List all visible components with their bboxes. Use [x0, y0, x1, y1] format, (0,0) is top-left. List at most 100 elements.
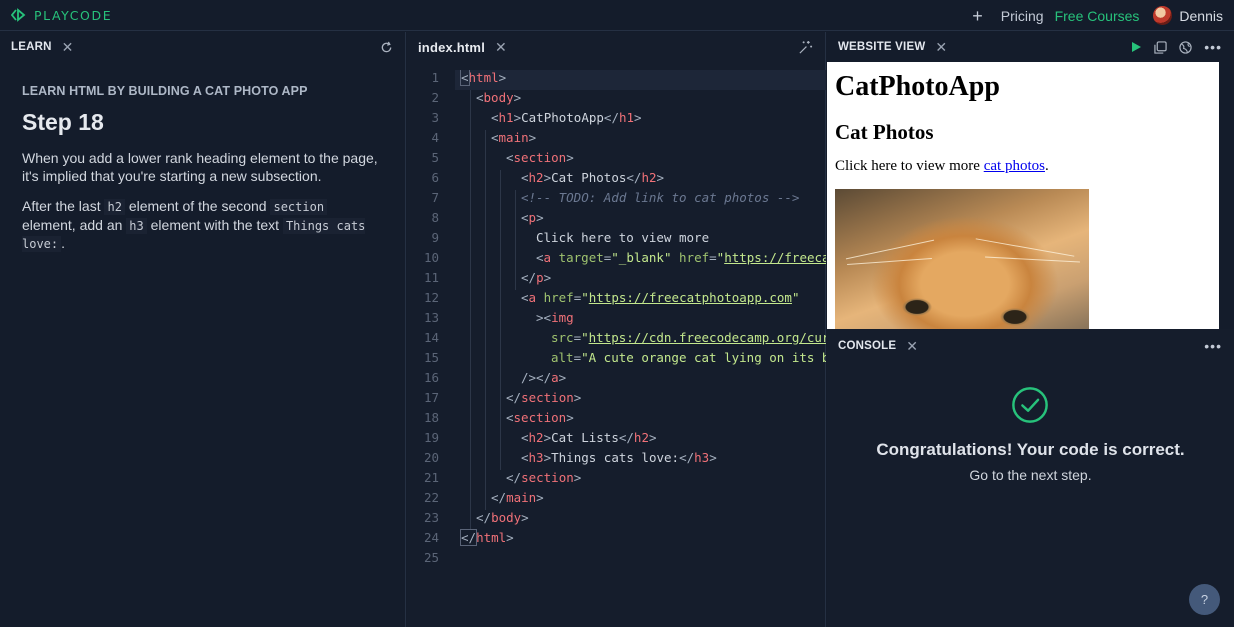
tag-name: section	[513, 410, 567, 425]
operator: =	[573, 330, 582, 345]
step-title: Step 18	[22, 109, 104, 135]
bracket: <	[521, 210, 529, 225]
bracket: >	[521, 510, 529, 525]
bracket: >	[543, 170, 552, 185]
website-preview[interactable]: CatPhotoApp Cat Photos Click here to vie…	[827, 62, 1219, 329]
open-window-icon[interactable]	[1154, 40, 1167, 54]
tag-name: section	[521, 470, 574, 485]
instruction-text: element of the second	[124, 198, 271, 214]
brand-logo[interactable]: PLAYCODE	[11, 8, 112, 23]
indent-guide	[485, 130, 486, 510]
preview-text: .	[1044, 158, 1049, 174]
close-icon[interactable]: ✕	[935, 40, 947, 54]
code-line: <h3>Things cats love:</h3>	[521, 450, 717, 465]
code-text-line: Click here to view more	[536, 230, 710, 245]
line-number: 16	[423, 370, 439, 385]
attribute-name: href	[671, 250, 710, 265]
learn-tab[interactable]: LEARN ✕	[0, 32, 405, 62]
bracket: <	[521, 170, 529, 185]
tag-name: html	[468, 70, 499, 85]
more-options-icon[interactable]: •••	[1204, 339, 1222, 353]
line-number: 19	[423, 430, 439, 445]
cat-photo-image[interactable]	[835, 189, 1089, 329]
line-number: 3	[431, 110, 439, 125]
bracket: <	[506, 150, 514, 165]
instruction-text: .	[61, 235, 66, 251]
preview-text: Click here to view more	[835, 158, 984, 174]
bracket: >	[498, 70, 507, 85]
code-line: </html>	[459, 529, 514, 546]
user-name[interactable]: Dennis	[1179, 8, 1223, 24]
close-icon[interactable]: ✕	[906, 339, 918, 353]
tag-name: h2	[528, 430, 544, 445]
operator: =	[573, 350, 582, 365]
more-options-icon[interactable]: •••	[1204, 40, 1222, 54]
instruction-text: After the last	[22, 198, 105, 214]
tag-name: h1	[498, 110, 514, 125]
line-number: 24	[423, 530, 439, 545]
line-number: 2	[431, 90, 439, 105]
pricing-link[interactable]: Pricing	[1001, 8, 1044, 24]
avatar[interactable]	[1153, 6, 1173, 25]
text-node: Things cats love:	[551, 450, 680, 465]
code-line: alt="A cute orange cat lying on its b	[551, 350, 826, 365]
bracket: <	[491, 130, 499, 145]
tag-name: p	[528, 210, 537, 225]
line-number: 10	[423, 250, 439, 265]
editor-tab[interactable]: index.html ✕	[407, 32, 825, 62]
editor-tab-label: index.html	[418, 39, 486, 55]
bracket: >	[656, 170, 665, 185]
code-line: <p>	[521, 210, 544, 225]
close-icon[interactable]: ✕	[495, 40, 507, 54]
code-editor[interactable]: 1 2 3 4 5 6 7 8 9 10 11 12 13 14 15 16 17 18 19 20 21 22 23 24 2…	[407, 70, 826, 570]
bracket: <	[521, 290, 529, 305]
globe-icon[interactable]	[1179, 40, 1192, 54]
code-line: <h1>CatPhotoApp</h1>	[491, 110, 642, 125]
close-icon[interactable]: ✕	[62, 40, 74, 54]
code-line: <html>	[460, 70, 507, 86]
reset-icon[interactable]	[380, 41, 393, 54]
tag-name: a	[543, 250, 552, 265]
tag-name: section	[513, 150, 567, 165]
code-line: <section>	[506, 410, 574, 425]
console-tab[interactable]: CONSOLE ✕ •••	[827, 331, 1234, 361]
line-number: 5	[431, 150, 439, 165]
inline-code: section	[270, 199, 328, 215]
next-step-hint: Go to the next step.	[969, 467, 1092, 483]
attribute-url: https://cdn.freecodecamp.org/cur	[588, 330, 826, 345]
bracket: >	[566, 150, 574, 165]
free-courses-link[interactable]: Free Courses	[1055, 8, 1140, 24]
bracket: >	[573, 390, 582, 405]
line-number: 25	[423, 550, 439, 565]
bracket: </	[491, 490, 507, 505]
console-tab-label: CONSOLE	[838, 340, 897, 352]
bracket: </	[476, 510, 492, 525]
bracket: <	[521, 430, 529, 445]
line-number: 1	[431, 70, 439, 85]
bracket: </	[459, 529, 478, 546]
website-view-tab-label: WEBSITE VIEW	[838, 41, 926, 53]
bracket: >	[634, 110, 642, 125]
tag-name: a	[551, 370, 559, 385]
line-number: 14	[423, 330, 439, 345]
tag-name: p	[536, 270, 544, 285]
cat-photos-link[interactable]: cat photos	[984, 158, 1045, 174]
bracket: </	[618, 430, 634, 445]
website-view-tab[interactable]: WEBSITE VIEW ✕ •••	[827, 32, 1234, 62]
bracket: >	[536, 210, 544, 225]
bracket: /></	[521, 370, 552, 385]
tag-name: h1	[618, 110, 635, 125]
bracket: </	[679, 450, 695, 465]
play-icon[interactable]	[1130, 41, 1142, 53]
bracket: </	[626, 170, 642, 185]
bracket: >	[513, 110, 522, 125]
bracket: <	[460, 70, 470, 86]
format-sparkle-icon[interactable]	[798, 40, 813, 55]
bracket: <	[506, 410, 514, 425]
help-button[interactable]: ?	[1189, 584, 1220, 615]
line-number: 22	[423, 490, 439, 505]
learn-panel: LEARN ✕ LEARN HTML BY BUILDING A CAT PHO…	[0, 32, 406, 627]
line-number: 13	[423, 310, 439, 325]
bracket: >	[536, 490, 544, 505]
new-project-plus-icon[interactable]: +	[972, 7, 983, 25]
